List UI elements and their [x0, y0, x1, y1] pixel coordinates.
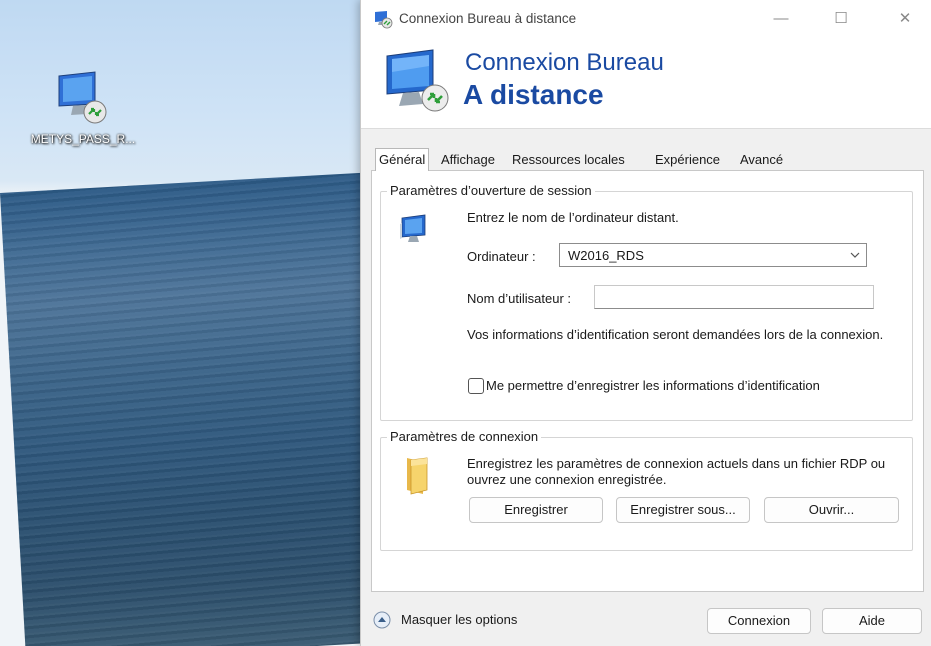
collapse-icon[interactable] [373, 611, 391, 629]
banner-title-line1: Connexion Bureau [465, 49, 664, 76]
desktop-wallpaper: METYS_PASS_R... [0, 0, 370, 646]
save-button[interactable]: Enregistrer [469, 497, 603, 523]
tab-advanced[interactable]: Avancé [737, 150, 786, 169]
connection-settings-legend: Paramètres de connexion [387, 429, 542, 444]
banner-title-line2: A distance [463, 79, 604, 110]
save-credentials-label[interactable]: Me permettre d’enregistrer les informati… [486, 378, 820, 393]
save-credentials-checkbox[interactable] [468, 378, 484, 394]
tab-experience[interactable]: Expérience [652, 150, 723, 169]
desktop-shortcut-label: METYS_PASS_R... [30, 132, 136, 146]
maximize-button[interactable]: ☐ [821, 6, 861, 32]
credentials-note: Vos informations d’identification seront… [467, 327, 884, 342]
window-title: Connexion Bureau à distance [399, 11, 577, 26]
connection-settings-group: Paramètres de connexion Enregistrez les … [380, 429, 913, 551]
tab-panel-general: Paramètres d’ouverture de session Entrez… [371, 170, 924, 592]
logon-settings-group: Paramètres d’ouverture de session Entrez… [380, 183, 913, 421]
open-button[interactable]: Ouvrir... [764, 497, 899, 523]
connection-description: Enregistrez les paramètres de connexion … [467, 456, 886, 487]
logon-settings-legend: Paramètres d’ouverture de session [387, 183, 595, 198]
tab-local-resources[interactable]: Ressources locales [509, 150, 628, 169]
sea-background [0, 169, 370, 646]
computer-value: W2016_RDS [568, 248, 644, 263]
remote-desktop-icon [375, 11, 393, 29]
tab-general[interactable]: Général [375, 148, 430, 171]
folder-icon [407, 457, 428, 495]
remote-desktop-icon [386, 49, 449, 112]
username-label: Nom d’utilisateur : [467, 291, 572, 306]
connect-button[interactable]: Connexion [707, 608, 811, 634]
computer-label: Ordinateur : [467, 249, 536, 264]
desktop-shortcut[interactable]: METYS_PASS_R... [18, 68, 148, 146]
username-input[interactable] [594, 285, 874, 309]
help-button[interactable]: Aide [822, 608, 922, 634]
header-banner: Connexion Bureau A distance [361, 38, 931, 129]
save-as-button[interactable]: Enregistrer sous... [616, 497, 750, 523]
minimize-button[interactable]: — [761, 6, 801, 32]
title-bar[interactable]: Connexion Bureau à distance — ☐ ✕ [361, 0, 931, 38]
close-button[interactable]: ✕ [885, 6, 925, 32]
chevron-down-icon[interactable] [850, 250, 860, 260]
computer-instruction: Entrez le nom de l’ordinateur distant. [467, 210, 679, 225]
hide-options-label[interactable]: Masquer les options [401, 612, 517, 627]
computer-combobox[interactable]: W2016_RDS [559, 243, 867, 267]
rdp-window: Connexion Bureau à distance — ☐ ✕ Connex… [360, 0, 931, 646]
remote-desktop-icon [58, 71, 107, 124]
tab-display[interactable]: Affichage [438, 150, 498, 169]
computer-icon [400, 214, 426, 242]
